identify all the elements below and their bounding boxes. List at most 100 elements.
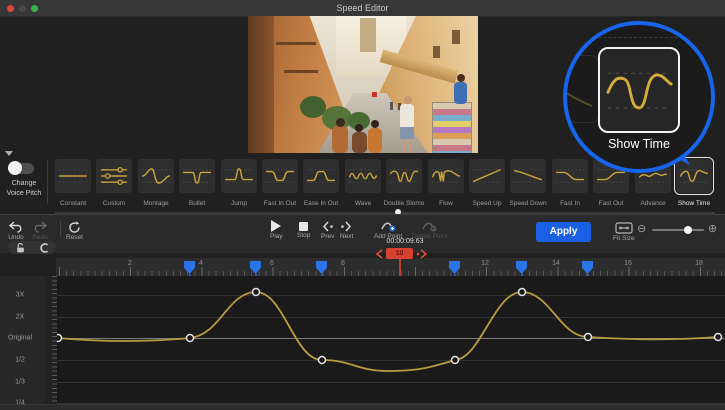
callout-ghost-tile <box>563 55 599 123</box>
playhead-prev-handle[interactable] <box>375 249 384 259</box>
ruler-number: 6 <box>270 260 274 267</box>
preset-tile-show-time[interactable] <box>676 159 712 193</box>
delete-point-button[interactable]: Delete Point <box>412 220 447 240</box>
keyframe-point[interactable] <box>319 357 326 364</box>
preset-tile-montage[interactable] <box>138 159 174 193</box>
preset-tile-flow[interactable] <box>428 159 464 193</box>
preset-label: Double Slomo <box>380 200 428 207</box>
preview-seated-head <box>371 120 379 128</box>
keyframe-point[interactable] <box>187 335 194 342</box>
voice-pitch-label: Change Voice Pitch <box>0 179 48 199</box>
preset-tile-ease-in-out[interactable] <box>303 159 339 193</box>
preset-curve-icon <box>57 163 89 189</box>
video-preview <box>248 16 478 153</box>
zoom-out-icon[interactable]: ⊖ <box>637 224 646 235</box>
preset-curve-icon <box>554 163 586 189</box>
playhead-label-box[interactable]: 10 <box>386 248 413 259</box>
speed-axis-label: 1/3 <box>0 379 40 386</box>
preset-tile-constant[interactable] <box>55 159 91 193</box>
preview-balcony <box>284 70 318 73</box>
apply-button[interactable]: Apply <box>536 222 591 242</box>
play-icon <box>271 220 281 232</box>
reset-button[interactable]: Reset <box>66 221 83 241</box>
keyframe-point[interactable] <box>57 335 62 342</box>
add-point-button[interactable]: Add Point <box>374 220 402 240</box>
preview-person-head <box>457 74 465 82</box>
preset-tile-bullet[interactable] <box>179 159 215 193</box>
preset-curve-icon <box>98 163 130 189</box>
preview-person-skirt <box>400 127 414 139</box>
preset-curve-icon <box>264 163 296 189</box>
preset-curve-icon <box>305 163 337 189</box>
voice-pitch-toggle-knob[interactable] <box>8 161 22 175</box>
preset-curve-icon <box>181 163 213 189</box>
preset-tile-fast-in[interactable] <box>552 159 588 193</box>
keyframe-point[interactable] <box>585 334 592 341</box>
callout-ghost-dash <box>583 37 693 38</box>
preset-label: Fast Out <box>587 200 635 207</box>
lock-pill <box>8 241 56 254</box>
callout-preset-thumbnail <box>598 47 680 133</box>
ruler-number: 12 <box>481 260 489 267</box>
horizontal-scrollbar[interactable] <box>0 404 725 410</box>
preview-person-blue-shirt <box>454 82 467 104</box>
preset-curve-icon <box>512 163 544 189</box>
zoom-slider-handle[interactable] <box>684 226 692 234</box>
preview-person-legs <box>409 139 412 153</box>
speed-axis-label: 3X <box>0 292 40 299</box>
prev-frame-button[interactable]: Prev <box>321 221 334 240</box>
preview-sign-red <box>372 92 377 97</box>
add-point-icon <box>381 220 396 232</box>
preview-balcony <box>276 42 316 45</box>
preview-seated-person <box>352 132 367 153</box>
divider <box>60 221 61 237</box>
preview-tower <box>360 18 376 52</box>
keyframe-point[interactable] <box>519 289 526 296</box>
play-button[interactable]: Play <box>270 220 283 240</box>
preset-tile-fast-in-out[interactable] <box>262 159 298 193</box>
undo-button[interactable]: Undo <box>8 221 24 241</box>
callout-label: Show Time <box>567 137 711 151</box>
keyframe-point[interactable] <box>452 357 459 364</box>
divider <box>47 160 48 204</box>
keyframe-point[interactable] <box>253 289 260 296</box>
fit-size-button[interactable]: Fit Size <box>613 222 635 242</box>
lock-open-icon[interactable] <box>16 243 25 253</box>
reset-icon <box>68 221 81 233</box>
preview-left-facade-edge <box>248 16 274 153</box>
preview-person-white-top <box>400 104 414 128</box>
preview-person-legs <box>403 139 406 153</box>
preview-window <box>433 46 440 58</box>
zoom-slider[interactable] <box>652 229 704 231</box>
preview-person-distant <box>390 102 393 110</box>
preset-curve-icon <box>678 163 710 189</box>
preset-curve-icon <box>388 163 420 189</box>
redo-button[interactable]: Redo <box>32 221 48 241</box>
preset-tile-double-slomo[interactable] <box>386 159 422 193</box>
speed-editor-window: Speed Editor <box>0 0 725 410</box>
preview-window <box>452 30 460 44</box>
preset-curve-icon <box>471 163 503 189</box>
timecode-display: 00:00:09.63 <box>370 238 440 245</box>
stop-button[interactable]: Stop <box>297 221 310 239</box>
next-frame-icon <box>340 221 353 232</box>
collapse-section-icon[interactable] <box>5 151 13 156</box>
preset-tile-custom[interactable] <box>96 159 132 193</box>
preset-label: Speed Down <box>504 200 552 207</box>
keyframe-point[interactable] <box>715 334 722 341</box>
preset-tile-speed-down[interactable] <box>510 159 546 193</box>
preset-label: Bullet <box>173 200 221 207</box>
preset-curve-icon <box>347 163 379 189</box>
undo-icon <box>8 221 24 233</box>
preset-label: Ease In Out <box>297 200 345 207</box>
preset-tile-wave[interactable] <box>345 159 381 193</box>
curve-mode-icon[interactable] <box>40 243 49 253</box>
zoom-in-icon[interactable]: ⊕ <box>708 224 717 235</box>
playhead-next-handle[interactable] <box>416 249 428 259</box>
magnifier-callout: Show Time <box>563 21 715 173</box>
preset-tile-jump[interactable] <box>221 159 257 193</box>
preset-tile-speed-up[interactable] <box>469 159 505 193</box>
fit-size-icon <box>615 222 633 234</box>
next-frame-button[interactable]: Next <box>340 221 353 240</box>
preview-seated-head <box>355 124 363 132</box>
